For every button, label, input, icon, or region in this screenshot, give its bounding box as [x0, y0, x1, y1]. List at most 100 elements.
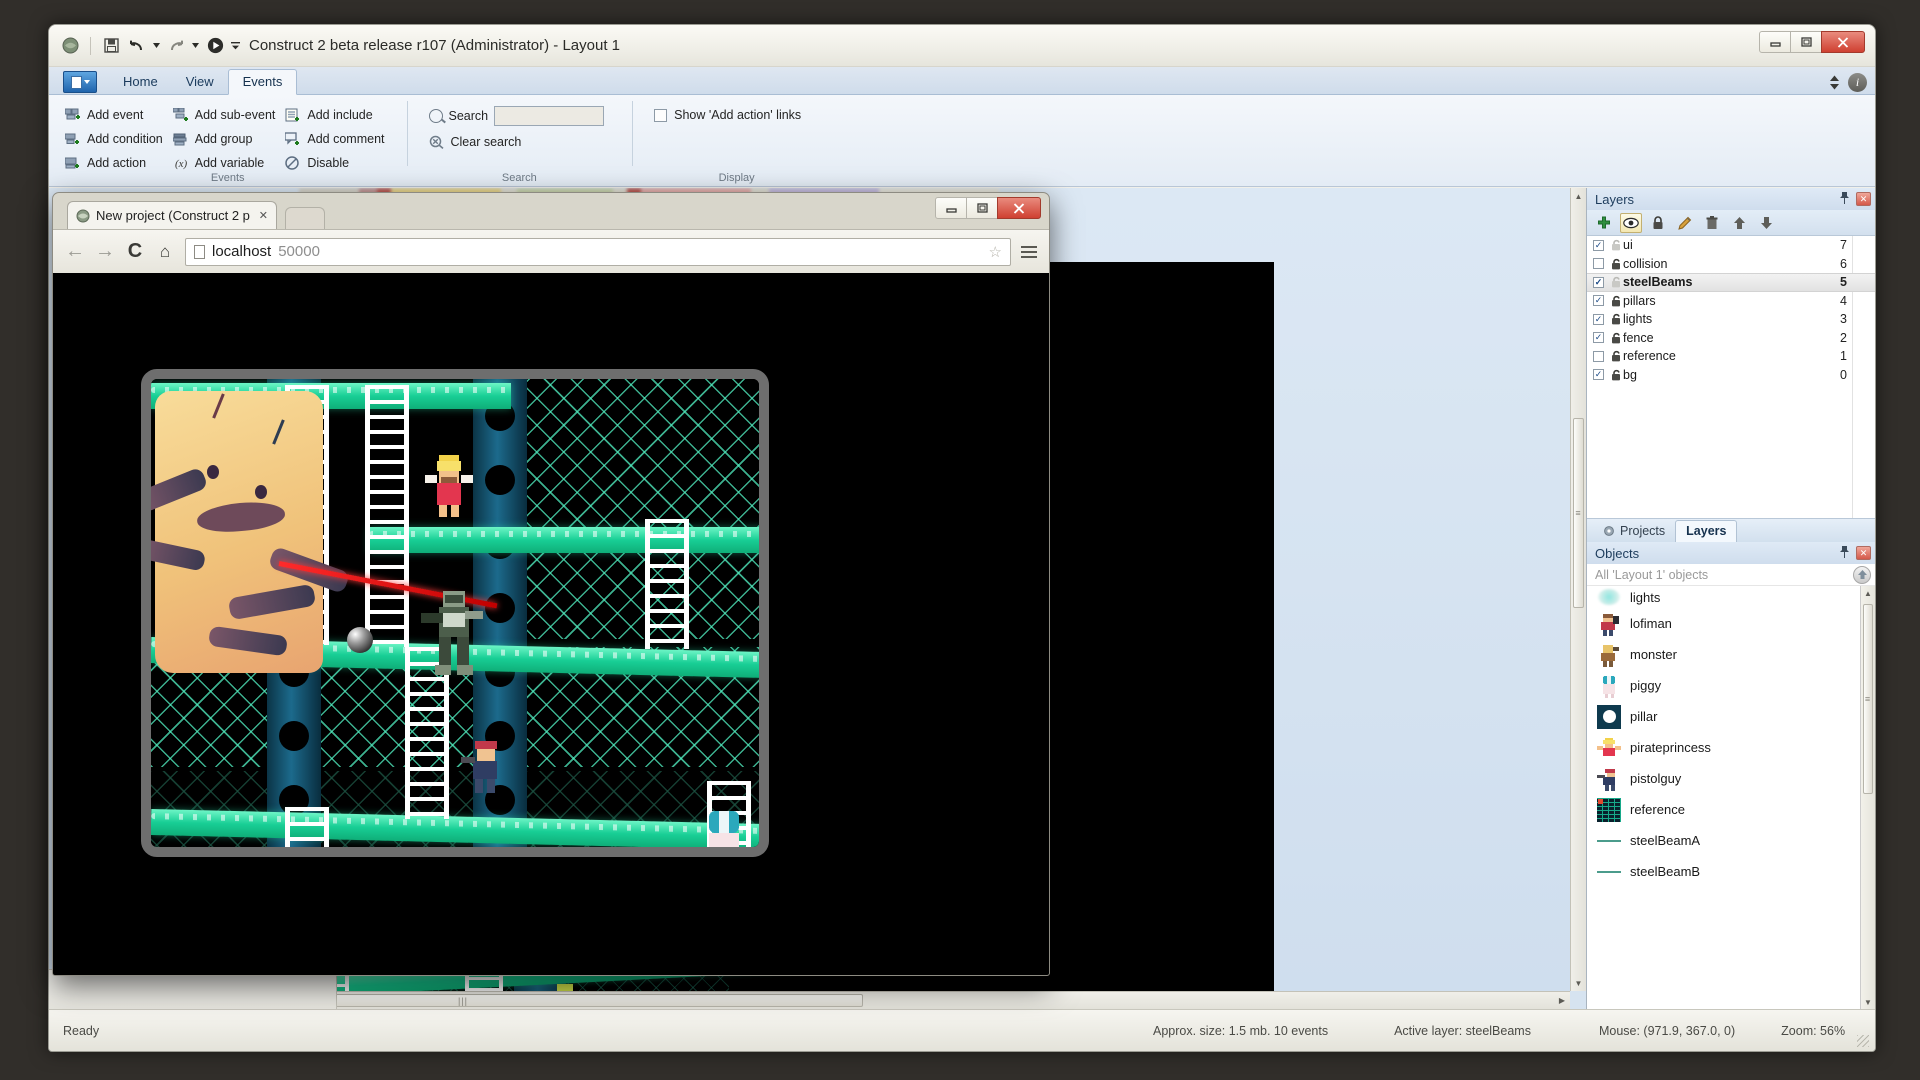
unlock-icon[interactable] — [1609, 239, 1623, 252]
vertical-scroll-thumb[interactable]: ≡ — [1573, 418, 1584, 608]
objects-list[interactable]: lights lofiman — [1587, 586, 1875, 1009]
tab-view[interactable]: View — [172, 70, 228, 94]
sprite-monster-bottom[interactable] — [549, 980, 581, 991]
clear-search-button[interactable]: Clear search — [429, 129, 605, 155]
maximize-button[interactable] — [1790, 31, 1822, 53]
layer-row-steelbeams[interactable]: ✓ steelBeams 5 — [1587, 273, 1875, 292]
delete-icon[interactable] — [1701, 213, 1723, 233]
layer-visible-checkbox[interactable] — [1593, 351, 1604, 362]
pin-icon[interactable] — [1839, 546, 1850, 561]
tab-events[interactable]: Events — [228, 69, 298, 95]
lock-icon[interactable] — [1609, 313, 1623, 326]
browser-tab-close-icon[interactable]: ✕ — [259, 209, 268, 222]
layer-visible-checkbox[interactable]: ✓ — [1593, 240, 1604, 251]
lock-icon[interactable] — [1609, 350, 1623, 363]
add-include-button[interactable]: Add include — [283, 103, 392, 127]
move-up-icon[interactable] — [1728, 213, 1750, 233]
add-group-button[interactable]: Add group — [171, 127, 284, 151]
redo-icon[interactable] — [165, 35, 187, 57]
object-row-lights[interactable]: lights — [1587, 586, 1875, 608]
lock-icon[interactable] — [1609, 257, 1623, 270]
browser-tab[interactable]: New project (Construct 2 p ✕ — [67, 201, 277, 229]
eye-icon[interactable] — [1620, 213, 1642, 233]
object-row-reference[interactable]: reference — [1587, 794, 1875, 825]
ribbon-minimize-spinner[interactable] — [1829, 74, 1840, 91]
layers-panel-close-button[interactable]: ✕ — [1856, 192, 1871, 206]
save-icon[interactable] — [100, 35, 122, 57]
undo-dropdown-icon[interactable] — [152, 35, 161, 57]
layer-row-fence[interactable]: ✓ fence 2 — [1587, 329, 1875, 348]
forward-icon[interactable]: → — [95, 240, 115, 263]
run-preview-icon[interactable] — [204, 35, 226, 57]
search-input[interactable] — [494, 106, 604, 126]
file-menu-button[interactable] — [63, 71, 97, 93]
layer-visible-checkbox[interactable]: ✓ — [1593, 277, 1604, 288]
lock-icon[interactable] — [1609, 368, 1623, 381]
qat-more-icon[interactable] — [230, 35, 241, 57]
resize-grip[interactable] — [1857, 1035, 1869, 1047]
redo-dropdown-icon[interactable] — [191, 35, 200, 57]
unlock-icon[interactable] — [1609, 276, 1623, 289]
browser-address-bar[interactable]: localhost 50000 ☆ — [185, 238, 1011, 266]
close-button[interactable] — [1821, 31, 1865, 53]
minimize-button[interactable] — [1759, 31, 1791, 53]
undo-icon[interactable] — [126, 35, 148, 57]
browser-close-button[interactable] — [997, 197, 1041, 219]
layer-visible-checkbox[interactable]: ✓ — [1593, 332, 1604, 343]
layer-visible-checkbox[interactable] — [1593, 258, 1604, 269]
editor-vertical-scrollbar[interactable]: ▲ ≡ ▼ — [1570, 188, 1586, 991]
lock-icon[interactable] — [1609, 294, 1623, 307]
browser-new-tab-button[interactable] — [285, 207, 325, 229]
scroll-down-arrow[interactable]: ▼ — [1861, 995, 1875, 1009]
browser-maximize-button[interactable] — [966, 197, 998, 219]
layer-row-lights[interactable]: ✓ lights 3 — [1587, 310, 1875, 329]
objects-up-folder-button[interactable] — [1853, 566, 1871, 584]
objects-panel-close-button[interactable]: ✕ — [1856, 546, 1871, 560]
game-preview-canvas[interactable] — [141, 369, 769, 857]
add-event-button[interactable]: Add event — [63, 103, 171, 127]
add-layer-icon[interactable] — [1593, 213, 1615, 233]
move-down-icon[interactable] — [1755, 213, 1777, 233]
layer-row-ui[interactable]: ✓ ui 7 — [1587, 236, 1875, 255]
objects-vertical-scrollbar[interactable]: ▲ ≡ ▼ — [1860, 586, 1875, 1009]
show-add-action-links-row[interactable]: Show 'Add action' links — [654, 103, 801, 127]
reload-icon[interactable]: C — [125, 240, 145, 263]
layer-row-bg[interactable]: ✓ bg 0 — [1587, 366, 1875, 385]
tab-layers[interactable]: Layers — [1675, 520, 1737, 543]
browser-menu-icon[interactable] — [1021, 246, 1037, 258]
lock-icon[interactable] — [1609, 331, 1623, 344]
scroll-right-arrow[interactable]: ▶ — [1554, 992, 1570, 1009]
add-condition-button[interactable]: Add condition — [63, 127, 171, 151]
bookmark-star-icon[interactable]: ☆ — [989, 243, 1002, 261]
object-row-pistolguy[interactable]: pistolguy — [1587, 763, 1875, 794]
scroll-up-arrow[interactable]: ▲ — [1861, 586, 1875, 600]
object-row-steelbeamb[interactable]: steelBeamB — [1587, 856, 1875, 887]
lock-icon[interactable] — [1647, 213, 1669, 233]
layer-row-collision[interactable]: collision 6 — [1587, 255, 1875, 274]
object-row-pirateprincess[interactable]: pirateprincess — [1587, 732, 1875, 763]
tab-projects[interactable]: Projects — [1593, 521, 1675, 542]
object-row-monster[interactable]: monster — [1587, 639, 1875, 670]
show-add-action-links-checkbox[interactable] — [654, 109, 667, 122]
layer-row-pillars[interactable]: ✓ pillars 4 — [1587, 292, 1875, 311]
object-row-lofiman[interactable]: lofiman — [1587, 608, 1875, 639]
add-sub-event-button[interactable]: Add sub-event — [171, 103, 284, 127]
object-row-pillar[interactable]: pillar — [1587, 701, 1875, 732]
back-icon[interactable]: ← — [65, 240, 85, 263]
browser-minimize-button[interactable] — [935, 197, 967, 219]
tab-home[interactable]: Home — [109, 70, 172, 94]
layers-list[interactable]: ✓ ui 7 collision 6 ✓ — [1587, 236, 1875, 518]
help-info-icon[interactable]: i — [1848, 73, 1867, 92]
layer-visible-checkbox[interactable]: ✓ — [1593, 314, 1604, 325]
scroll-up-arrow[interactable]: ▲ — [1571, 188, 1586, 204]
object-row-steelbeama[interactable]: steelBeamA — [1587, 825, 1875, 856]
objects-scroll-thumb[interactable]: ≡ — [1863, 604, 1873, 794]
scroll-down-arrow[interactable]: ▼ — [1571, 975, 1586, 991]
pin-icon[interactable] — [1839, 192, 1850, 207]
layer-visible-checkbox[interactable]: ✓ — [1593, 369, 1604, 380]
layer-row-reference[interactable]: reference 1 — [1587, 347, 1875, 366]
rename-icon[interactable] — [1674, 213, 1696, 233]
home-icon[interactable]: ⌂ — [155, 242, 175, 262]
add-comment-button[interactable]: Add comment — [283, 127, 392, 151]
layer-visible-checkbox[interactable]: ✓ — [1593, 295, 1604, 306]
